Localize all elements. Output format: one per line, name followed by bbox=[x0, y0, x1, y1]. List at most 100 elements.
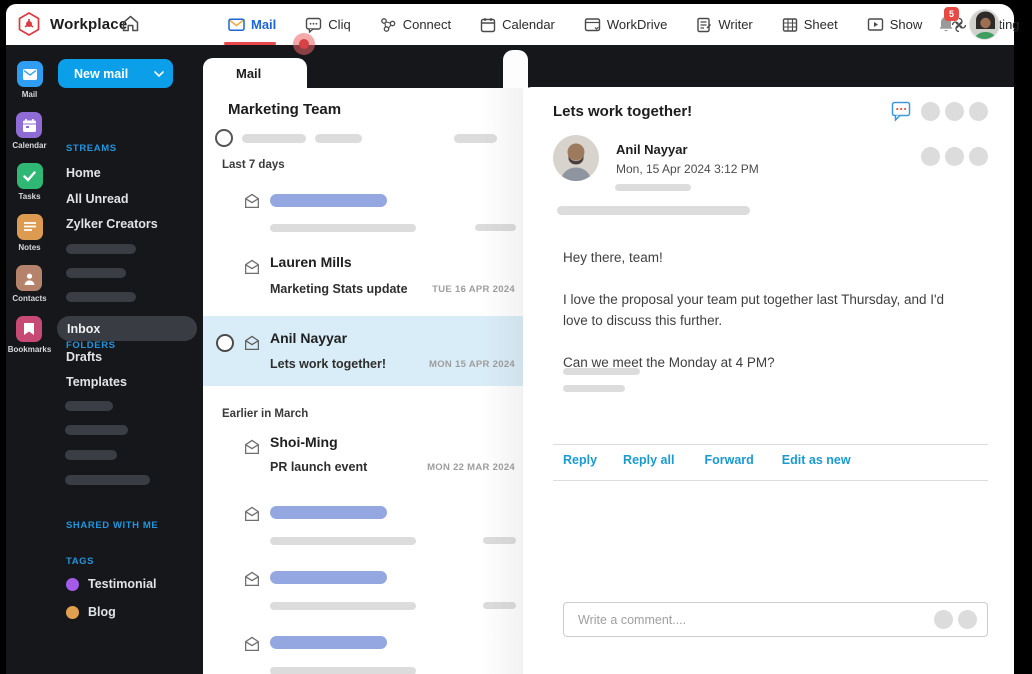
spreadsheet-icon bbox=[782, 17, 798, 33]
rail-item-calendar[interactable]: Calendar bbox=[12, 112, 47, 150]
nav-sheet[interactable]: Sheet bbox=[782, 4, 838, 45]
open-envelope-icon bbox=[243, 334, 261, 357]
reply-link[interactable]: Reply bbox=[563, 453, 597, 467]
notifications-button[interactable]: 5 bbox=[937, 7, 959, 39]
skeleton-bar bbox=[65, 450, 117, 460]
action-placeholder[interactable] bbox=[969, 147, 988, 166]
comment-icon[interactable] bbox=[891, 101, 912, 122]
skeleton-bar bbox=[66, 292, 136, 302]
notes-app-icon bbox=[16, 214, 43, 240]
sender-avatar bbox=[553, 135, 599, 181]
skeleton-bar bbox=[270, 636, 387, 649]
message-title: Lets work together! bbox=[553, 103, 693, 120]
main-nav: Mail Cliq Connect Calendar WorkDrive Wri… bbox=[224, 4, 1020, 45]
mail-sidebar: New mail STREAMS Home All Unread Zylker … bbox=[53, 45, 203, 674]
skeleton-bar bbox=[270, 224, 416, 232]
comment-input[interactable] bbox=[564, 612, 934, 627]
toolbar-action-placeholder[interactable] bbox=[921, 102, 940, 121]
action-placeholder[interactable] bbox=[945, 147, 964, 166]
reply-all-link[interactable]: Reply all bbox=[623, 453, 674, 467]
nav-mail[interactable]: Mail bbox=[224, 4, 276, 45]
sidebar-tag-testimonial[interactable]: Testimonial bbox=[66, 577, 157, 591]
skeleton-bar bbox=[65, 475, 150, 485]
skeleton-bar bbox=[315, 133, 362, 143]
new-mail-button[interactable]: New mail bbox=[58, 59, 173, 88]
action-placeholder[interactable] bbox=[921, 147, 940, 166]
sidebar-item-all-unread[interactable]: All Unread bbox=[66, 192, 129, 206]
sidebar-item-drafts[interactable]: Drafts bbox=[66, 350, 102, 364]
topbar-right: 5 bbox=[937, 6, 1000, 40]
open-envelope-icon bbox=[243, 192, 261, 215]
home-icon[interactable] bbox=[120, 13, 141, 39]
tasks-app-icon bbox=[16, 163, 43, 189]
network-icon bbox=[380, 17, 397, 33]
mail-app-icon bbox=[16, 61, 43, 87]
group-label: Earlier in March bbox=[222, 408, 309, 420]
rail-item-tasks[interactable]: Tasks bbox=[16, 163, 43, 201]
nav-writer[interactable]: Writer bbox=[696, 4, 753, 45]
skeleton-bar bbox=[563, 368, 640, 375]
sidebar-item-home[interactable]: Home bbox=[66, 166, 101, 180]
skeleton-bar bbox=[65, 425, 128, 435]
mail-icon bbox=[228, 17, 245, 32]
cliq-tour-pulse-dot[interactable] bbox=[293, 33, 315, 55]
nav-connect[interactable]: Connect bbox=[380, 4, 451, 45]
row-radio[interactable] bbox=[216, 334, 234, 352]
mail-tab[interactable]: Mail bbox=[203, 58, 307, 88]
comment-action-placeholder[interactable] bbox=[934, 610, 953, 629]
toolbar-action-placeholder[interactable] bbox=[969, 102, 988, 121]
message-panel: Lets work together! Anil Nayyar Mon, 15 … bbox=[520, 87, 1014, 674]
contacts-app-icon bbox=[16, 265, 43, 291]
nav-show[interactable]: Show bbox=[867, 4, 922, 45]
workplace-app: Workplace Mail Cliq Connect Calendar Wor… bbox=[6, 4, 1020, 674]
select-all-radio[interactable] bbox=[215, 129, 233, 147]
tags-header: TAGS bbox=[66, 556, 95, 567]
skeleton-bar bbox=[563, 385, 625, 392]
shared-with-me-header[interactable]: SHARED WITH ME bbox=[66, 520, 158, 531]
bookmarks-app-icon bbox=[16, 316, 43, 342]
app-body: Mail Calendar Tasks Notes Contacts Bookm… bbox=[6, 45, 1014, 674]
open-envelope-icon bbox=[243, 438, 261, 461]
open-envelope-icon bbox=[243, 570, 261, 593]
nav-calendar[interactable]: Calendar bbox=[480, 4, 555, 45]
topbar: Workplace Mail Cliq Connect Calendar Wor… bbox=[6, 4, 1020, 55]
sidebar-tag-blog[interactable]: Blog bbox=[66, 605, 116, 619]
open-envelope-icon bbox=[243, 635, 261, 658]
edit-as-new-link[interactable]: Edit as new bbox=[782, 453, 851, 467]
app-rail: Mail Calendar Tasks Notes Contacts Bookm… bbox=[6, 45, 53, 674]
skeleton-bar bbox=[270, 506, 387, 519]
message-actions-placeholder bbox=[921, 147, 988, 166]
toolbar-action-placeholder[interactable] bbox=[945, 102, 964, 121]
sidebar-item-inbox[interactable]: Inbox bbox=[57, 316, 197, 341]
message-datetime: Mon, 15 Apr 2024 3:12 PM bbox=[616, 162, 759, 176]
document-icon bbox=[696, 17, 712, 33]
chevron-down-icon[interactable] bbox=[154, 70, 173, 77]
reply-actions: Reply Reply all Forward Edit as new bbox=[563, 453, 851, 467]
open-envelope-icon bbox=[243, 258, 261, 281]
rail-item-notes[interactable]: Notes bbox=[16, 214, 43, 252]
comment-actions bbox=[934, 610, 987, 629]
skeleton-bar bbox=[270, 602, 416, 610]
rail-item-mail[interactable]: Mail bbox=[16, 61, 43, 99]
tag-color-dot bbox=[66, 605, 79, 619]
rail-item-contacts[interactable]: Contacts bbox=[12, 265, 47, 303]
user-avatar[interactable] bbox=[969, 9, 1000, 40]
nav-workdrive[interactable]: WorkDrive bbox=[584, 4, 667, 45]
skeleton-bar bbox=[475, 224, 516, 231]
mail-row-anil-nayyar-selected[interactable]: Anil Nayyar Lets work together! MON 15 A… bbox=[203, 316, 523, 386]
skeleton-bar bbox=[65, 401, 113, 411]
tag-color-dot bbox=[66, 577, 79, 591]
mail-list-panel: Marketing Team Last 7 days Lauren Mills … bbox=[203, 88, 523, 674]
sidebar-item-templates[interactable]: Templates bbox=[66, 375, 127, 389]
skeleton-bar bbox=[270, 194, 387, 207]
brand[interactable]: Workplace bbox=[16, 11, 127, 37]
skeleton-bar bbox=[66, 268, 126, 278]
sidebar-item-zylker-creators[interactable]: Zylker Creators bbox=[66, 217, 158, 231]
forward-link[interactable]: Forward bbox=[704, 453, 753, 467]
comment-action-placeholder[interactable] bbox=[958, 610, 977, 629]
skeleton-bar bbox=[242, 133, 306, 143]
folder-icon bbox=[584, 17, 601, 32]
divider bbox=[553, 480, 988, 481]
skeleton-bar bbox=[270, 667, 416, 674]
rail-item-bookmarks[interactable]: Bookmarks bbox=[8, 316, 51, 354]
